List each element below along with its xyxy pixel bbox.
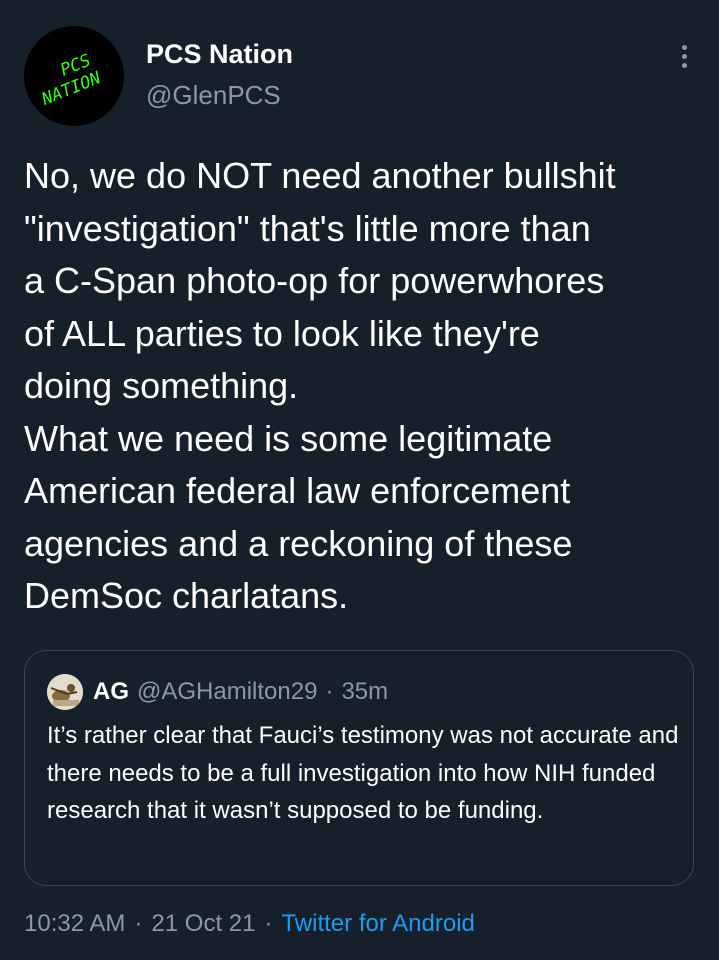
quoted-separator: · <box>325 678 334 705</box>
more-vertical-icon <box>681 62 687 68</box>
quoted-time: 35m <box>341 678 389 705</box>
meta-separator: · <box>134 910 143 937</box>
quoted-tweet-header: AG @AGHamilton29 · 35m <box>47 674 389 710</box>
tweet: PCS NATION PCS Nation @GlenPCS No, we do… <box>0 0 719 960</box>
more-vertical-icon <box>681 53 687 59</box>
tweet-header: PCS NATION PCS Nation @GlenPCS <box>24 26 696 126</box>
quoted-text: It’s rather clear that Fauci’s testimony… <box>47 722 679 824</box>
more-options-button[interactable] <box>672 40 696 72</box>
avatar[interactable]: PCS NATION <box>24 26 124 126</box>
meta-separator: · <box>264 910 273 937</box>
pcs-nation-logo: PCS NATION <box>38 51 104 110</box>
tweet-time[interactable]: 10:32 AM <box>24 910 125 938</box>
quoted-avatar <box>47 674 83 710</box>
quoted-handle: @AGHamilton29 <box>137 678 318 705</box>
quoted-tweet[interactable]: AG @AGHamilton29 · 35m It’s rather clear… <box>24 650 694 886</box>
quoted-display-name: AG <box>93 678 129 705</box>
author-handle[interactable]: @GlenPCS <box>146 80 293 110</box>
author-names: PCS Nation @GlenPCS <box>146 38 293 110</box>
author-display-name[interactable]: PCS Nation <box>146 38 293 70</box>
tweet-source-link[interactable]: Twitter for Android <box>281 910 474 938</box>
tweet-meta: 10:32 AM · 21 Oct 21 · Twitter for Andro… <box>24 906 475 942</box>
more-vertical-icon <box>681 44 687 50</box>
quoted-avatar-image <box>47 674 83 710</box>
tweet-text: No, we do NOT need another bullshit "inv… <box>24 155 616 616</box>
tweet-date[interactable]: 21 Oct 21 <box>151 910 255 938</box>
